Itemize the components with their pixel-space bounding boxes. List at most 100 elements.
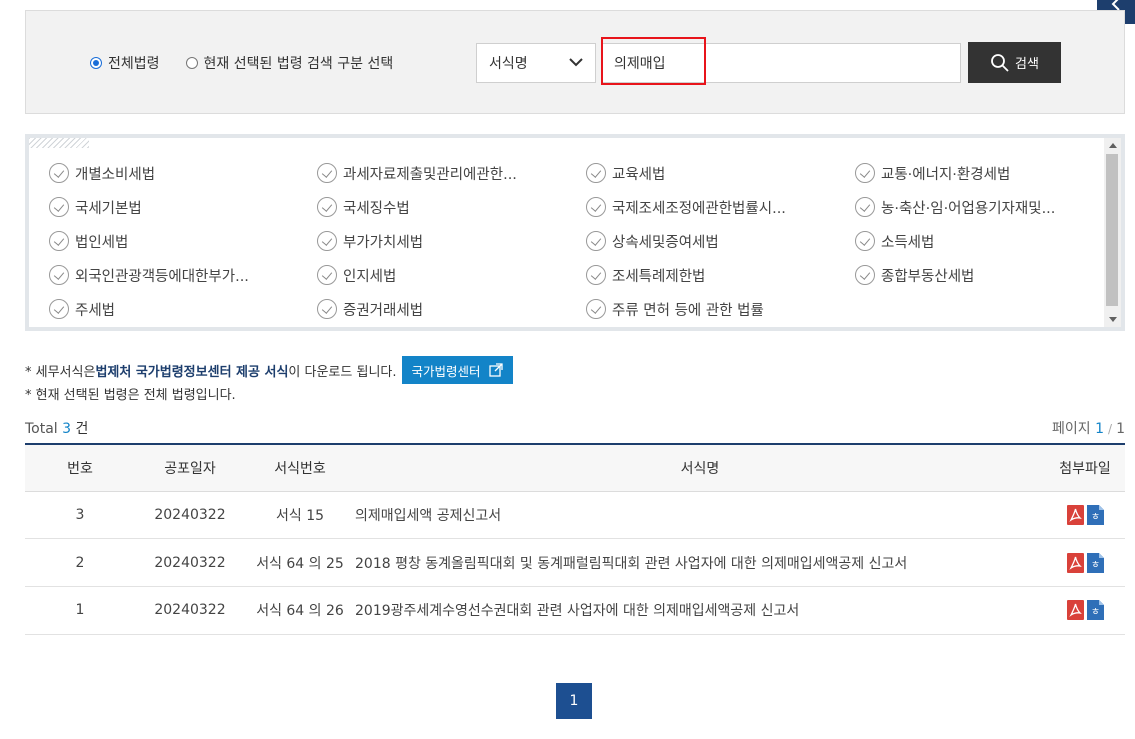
law-label: 주세법 xyxy=(75,302,116,319)
law-checkbox-item[interactable]: 국세기본법 xyxy=(49,190,317,224)
search-button[interactable]: 검색 xyxy=(968,42,1061,83)
check-circle-icon xyxy=(317,197,337,217)
law-checklist-panel: 개별소비세법 과세자료제출및관리에관한... 교육세법 교통·에너지·환경세법국세기본… xyxy=(25,134,1125,331)
law-checkbox-item[interactable]: 소득세법 xyxy=(855,224,1095,258)
check-circle-icon xyxy=(586,231,606,251)
header-form-no: 서식번호 xyxy=(274,460,326,477)
hwp-file-icon[interactable]: ㅎ xyxy=(1086,504,1104,525)
notice-suffix: 이 다운로드 됩니다. xyxy=(288,364,397,380)
law-checkbox-item[interactable]: 종합부동산세법 xyxy=(855,258,1095,292)
radio-all-laws-label: 전체법령 xyxy=(108,56,160,72)
cell-no: 3 xyxy=(75,506,85,523)
cell-date: 20240322 xyxy=(154,602,226,619)
law-checkbox-item[interactable]: 농·축산·임·어업용기자재및... xyxy=(855,190,1095,224)
page-label: 페이지 xyxy=(1052,421,1091,437)
law-label: 증권거래세법 xyxy=(343,302,424,319)
pdf-file-icon[interactable] xyxy=(1066,600,1084,621)
cell-attachments: ㅎ xyxy=(1045,539,1125,587)
attachment-icons: ㅎ xyxy=(1045,504,1125,525)
results-table: 번호 공포일자 서식번호 서식명 첨부파일 3 20240322 서식 15 의제매입… xyxy=(25,443,1125,635)
law-checkbox-item[interactable]: 국제조세조정에관한법률시... xyxy=(586,190,855,224)
cell-attachments: ㅎ xyxy=(1045,586,1125,634)
cell-no: 2 xyxy=(75,554,85,571)
radio-selected-laws-label: 현재 선택된 법령 검색 구분 선택 xyxy=(203,56,394,72)
check-circle-icon xyxy=(855,197,875,217)
check-circle-icon xyxy=(49,197,69,217)
law-center-label: 국가법령센터 xyxy=(411,363,481,379)
scroll-down-arrow-icon[interactable] xyxy=(1109,317,1117,322)
search-type-select[interactable]: 서식명 xyxy=(476,43,596,83)
radio-checked-icon xyxy=(90,57,102,69)
check-circle-icon xyxy=(855,163,875,183)
page-sep: / xyxy=(1108,422,1113,436)
law-label: 개별소비세법 xyxy=(75,166,156,183)
law-checkbox-item[interactable]: 과세자료제출및관리에관한... xyxy=(317,156,586,190)
law-label: 조세특례제한법 xyxy=(612,268,706,285)
cell-title[interactable]: 2018 평창 동계올림픽대회 및 동계패럴림픽대회 관련 사업자에 대한 의제… xyxy=(355,539,1045,587)
law-list-scrollbar[interactable] xyxy=(1104,138,1121,327)
law-checkbox-item[interactable]: 주세법 xyxy=(49,292,317,326)
law-checkbox-item[interactable]: 인지세법 xyxy=(317,258,586,292)
radio-all-laws[interactable]: 전체법령 xyxy=(90,53,160,73)
law-label: 외국인관광객등에대한부가... xyxy=(75,268,249,285)
search-scope-radio-group: 전체법령 현재 선택된 법령 검색 구분 선택 xyxy=(90,53,419,73)
table-row: 3 20240322 서식 15 의제매입세액 공제신고서 ㅎ xyxy=(25,491,1125,539)
check-circle-icon xyxy=(586,197,606,217)
hwp-file-icon[interactable]: ㅎ xyxy=(1086,600,1104,621)
table-row: 2 20240322 서식 64 의 25 2018 평창 동계올림픽대회 및 동계패… xyxy=(25,539,1125,587)
law-center-link-button[interactable]: 국가법령센터 xyxy=(401,356,513,384)
svg-text:ㅎ: ㅎ xyxy=(1090,512,1099,523)
law-label: 국제조세조정에관한법률시... xyxy=(612,200,786,217)
radio-selected-laws[interactable]: 현재 선택된 법령 검색 구분 선택 xyxy=(185,53,394,73)
law-checklist: 개별소비세법 과세자료제출및관리에관한... 교육세법 교통·에너지·환경세법국세기본… xyxy=(49,156,1095,326)
scroll-up-arrow-icon[interactable] xyxy=(1109,143,1117,148)
cell-title[interactable]: 의제매입세액 공제신고서 xyxy=(355,491,1045,539)
law-checkbox-item[interactable]: 주류 면허 등에 관한 법률 xyxy=(586,292,855,326)
cell-form-no: 서식 64 의 25 xyxy=(256,555,344,572)
scrollbar-thumb[interactable] xyxy=(1106,154,1118,306)
law-checkbox-item[interactable]: 교육세법 xyxy=(586,156,855,190)
selected-law-notice: * 현재 선택된 법령은 전체 법령입니다. xyxy=(25,388,236,403)
search-icon xyxy=(991,53,1009,72)
law-checkbox-item[interactable]: 조세특례제한법 xyxy=(586,258,855,292)
result-total: Total 3 건 xyxy=(25,418,88,438)
law-label: 농·축산·임·어업용기자재및... xyxy=(881,200,1056,217)
law-checkbox-item[interactable]: 국세징수법 xyxy=(317,190,586,224)
check-circle-icon xyxy=(855,231,875,251)
law-checkbox-item[interactable]: 개별소비세법 xyxy=(49,156,317,190)
check-circle-icon xyxy=(586,299,606,319)
pagination-page-1[interactable]: 1 xyxy=(556,683,592,719)
law-checkbox-item[interactable]: 증권거래세법 xyxy=(317,292,586,326)
law-label: 과세자료제출및관리에관한... xyxy=(343,166,517,183)
header-no: 번호 xyxy=(67,460,93,477)
search-input[interactable] xyxy=(601,43,961,83)
search-type-value: 서식명 xyxy=(489,56,528,72)
law-label: 국세징수법 xyxy=(343,200,410,217)
cell-form-no: 서식 15 xyxy=(275,507,325,524)
total-label: Total xyxy=(25,421,58,437)
svg-text:ㅎ: ㅎ xyxy=(1090,560,1099,571)
pdf-file-icon[interactable] xyxy=(1066,504,1084,525)
cell-date: 20240322 xyxy=(154,554,226,571)
law-label: 교통·에너지·환경세법 xyxy=(881,166,1011,183)
check-circle-icon xyxy=(49,265,69,285)
check-circle-icon xyxy=(49,163,69,183)
external-link-icon xyxy=(488,363,503,377)
cell-title[interactable]: 2019광주세계수영선수권대회 관련 사업자에 대한 의제매입세액공제 신고서 xyxy=(355,586,1045,634)
law-checkbox-item[interactable]: 외국인관광객등에대한부가... xyxy=(49,258,317,292)
law-checkbox-item[interactable]: 법인세법 xyxy=(49,224,317,258)
notice-source: 법제처 국가법령정보센터 제공 서식 xyxy=(95,364,289,380)
header-date: 공포일자 xyxy=(164,460,216,477)
check-circle-icon xyxy=(49,231,69,251)
page-current: 1 xyxy=(1095,421,1105,437)
law-label: 국세기본법 xyxy=(75,200,142,217)
table-header-row: 번호 공포일자 서식번호 서식명 첨부파일 xyxy=(25,444,1125,491)
total-count: 3 xyxy=(62,421,72,437)
law-checkbox-item[interactable]: 상속세및증여세법 xyxy=(586,224,855,258)
search-panel: 전체법령 현재 선택된 법령 검색 구분 선택 서식명 검색 xyxy=(25,10,1125,114)
law-checkbox-item[interactable]: 부가가치세법 xyxy=(317,224,586,258)
page-info: 페이지 1/1 xyxy=(1052,418,1125,438)
law-checkbox-item[interactable]: 교통·에너지·환경세법 xyxy=(855,156,1095,190)
pdf-file-icon[interactable] xyxy=(1066,552,1084,573)
hwp-file-icon[interactable]: ㅎ xyxy=(1086,552,1104,573)
